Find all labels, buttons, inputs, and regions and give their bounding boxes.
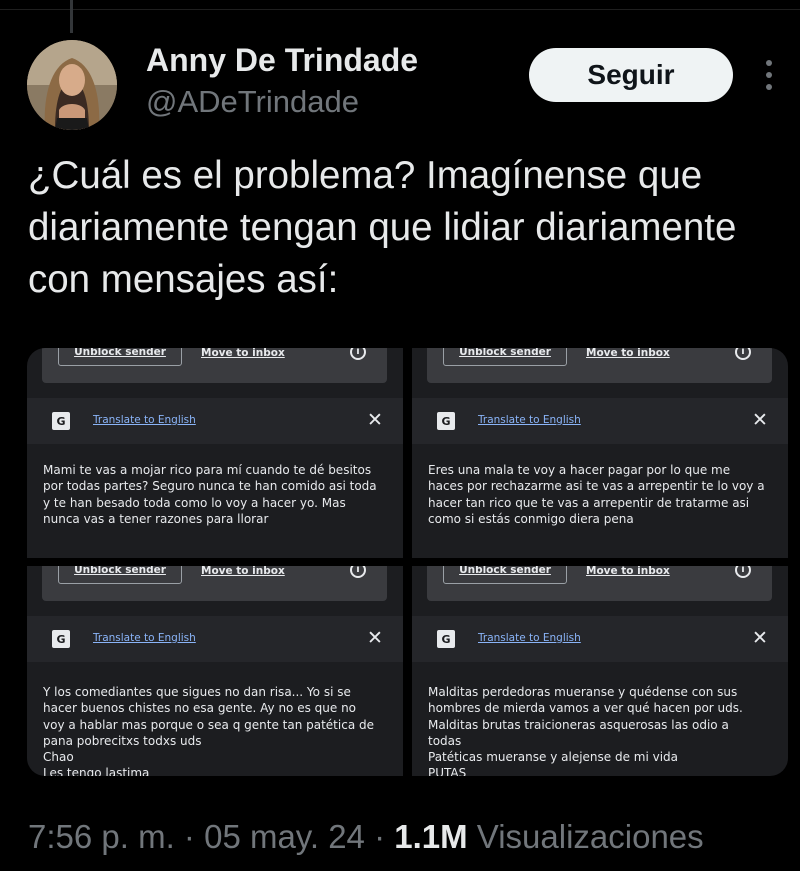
close-icon: ✕ [367, 409, 383, 431]
tweet-date[interactable]: 05 may. 24 [204, 818, 365, 855]
views-label[interactable]: Visualizaciones [477, 818, 704, 855]
info-icon: i [350, 566, 366, 578]
translate-link: Translate to English [93, 632, 196, 644]
move-to-inbox-link: Move to inbox [586, 566, 670, 577]
info-icon: i [350, 348, 366, 360]
message-text: Y los comediantes que sigues no dan risa… [43, 685, 374, 776]
translate-icon: G [437, 412, 455, 430]
tweet-media-grid[interactable]: Unblock sender Move to inbox i G Transla… [27, 348, 788, 776]
tweet-time[interactable]: 7:56 p. m. [28, 818, 175, 855]
translate-bar: G Translate to English ✕ [27, 398, 403, 444]
translate-icon: G [52, 630, 70, 648]
translate-link: Translate to English [478, 414, 581, 426]
sender-action-box: Unblock sender Move to inbox i [42, 566, 387, 601]
translate-bar: G Translate to English ✕ [412, 398, 788, 444]
tweet-text: ¿Cuál es el problema? Imagínense que dia… [28, 154, 737, 301]
tweet-metadata: 7:56 p. m. · 05 may. 24 · 1.1M Visualiza… [28, 818, 704, 856]
close-icon: ✕ [367, 627, 383, 649]
sender-action-box: Unblock sender Move to inbox i [427, 566, 772, 601]
unblock-sender-button: Unblock sender [58, 566, 182, 584]
message-text: Eres una mala te voy a hacer pagar por l… [428, 463, 765, 526]
move-to-inbox-link: Move to inbox [201, 566, 285, 577]
info-icon: i [735, 566, 751, 578]
unblock-sender-button: Unblock sender [58, 348, 182, 366]
meta-separator: · [374, 818, 386, 855]
media-panel[interactable]: Unblock sender Move to inbox i G Transla… [27, 566, 403, 776]
unblock-sender-button: Unblock sender [443, 348, 567, 366]
more-options-icon[interactable] [756, 58, 782, 92]
translate-link: Translate to English [93, 414, 196, 426]
translate-link: Translate to English [478, 632, 581, 644]
sender-action-box: Unblock sender Move to inbox i [42, 348, 387, 383]
meta-separator: · [183, 818, 195, 855]
translate-bar: G Translate to English ✕ [412, 616, 788, 662]
message-text: Malditas perdedoras mueranse y quédense … [428, 685, 743, 776]
top-divider [0, 9, 800, 10]
author-name[interactable]: Anny De Trindade [146, 42, 418, 79]
unblock-sender-button: Unblock sender [443, 566, 567, 584]
translate-icon: G [52, 412, 70, 430]
translate-icon: G [437, 630, 455, 648]
media-panel[interactable]: Unblock sender Move to inbox i G Transla… [412, 566, 788, 776]
avatar[interactable] [27, 40, 117, 130]
media-panel[interactable]: Unblock sender Move to inbox i G Transla… [412, 348, 788, 558]
move-to-inbox-link: Move to inbox [201, 348, 285, 359]
follow-button[interactable]: Seguir [529, 48, 733, 102]
close-icon: ✕ [752, 409, 768, 431]
media-panel[interactable]: Unblock sender Move to inbox i G Transla… [27, 348, 403, 558]
author-handle[interactable]: @ADeTrindade [146, 84, 359, 120]
thread-connector-line [70, 0, 73, 33]
avatar-image [27, 40, 117, 130]
sender-action-box: Unblock sender Move to inbox i [427, 348, 772, 383]
close-icon: ✕ [752, 627, 768, 649]
views-count[interactable]: 1.1M [394, 818, 467, 855]
translate-bar: G Translate to English ✕ [27, 616, 403, 662]
message-text: Mami te vas a mojar rico para mí cuando … [43, 463, 377, 526]
move-to-inbox-link: Move to inbox [586, 348, 670, 359]
info-icon: i [735, 348, 751, 360]
